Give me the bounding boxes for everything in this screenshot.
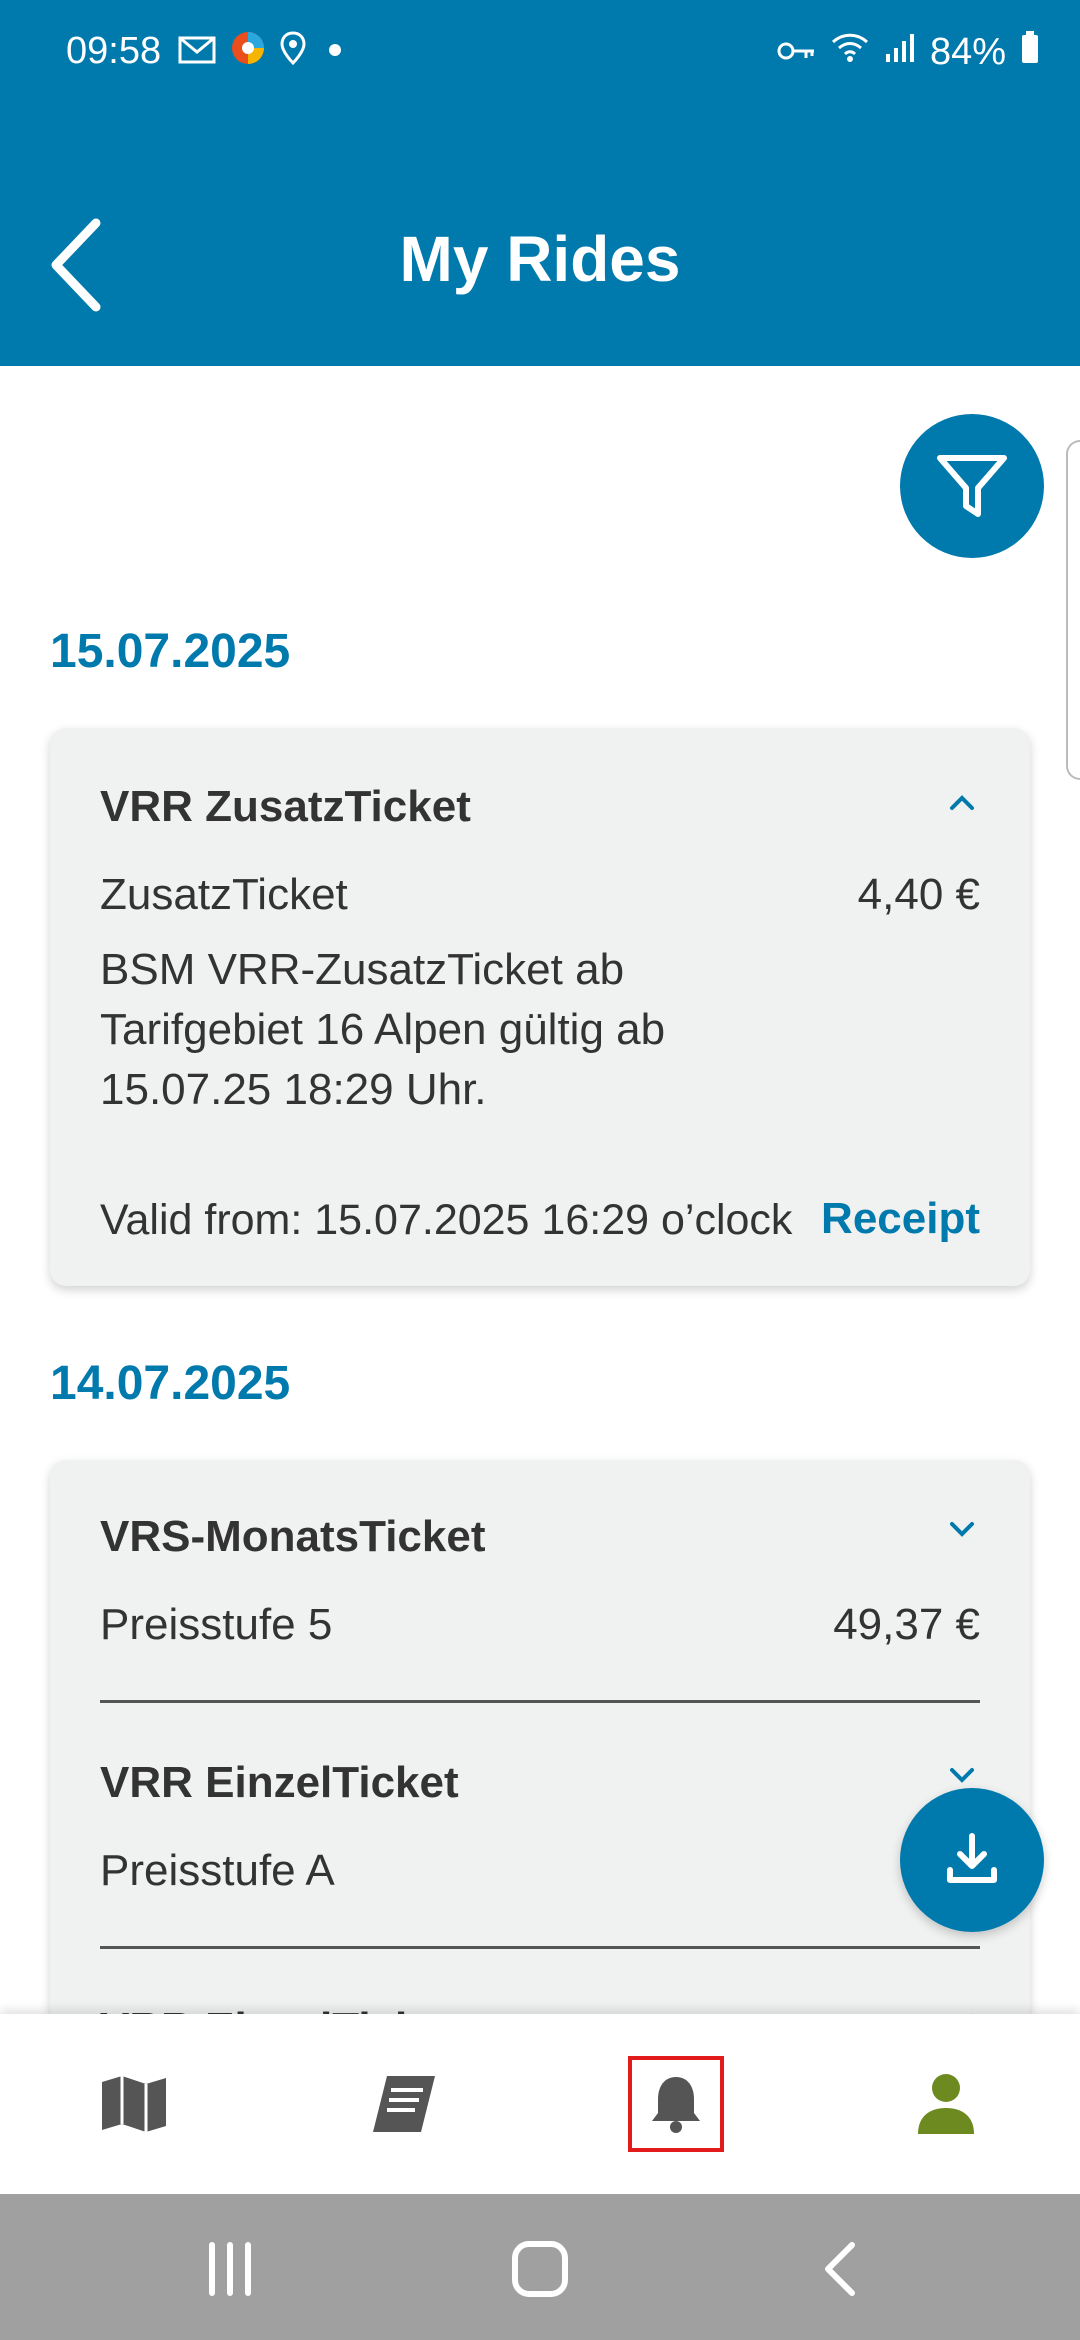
scroll-indicator[interactable]: [1066, 440, 1080, 780]
recents-icon: [209, 2242, 251, 2296]
tab-map[interactable]: [84, 2054, 184, 2154]
ride-card[interactable]: VRS-MonatsTicket Preisstufe 5 49,37 € VR…: [50, 1460, 1030, 2060]
battery-icon: [1020, 30, 1040, 74]
filter-button[interactable]: [900, 414, 1044, 558]
divider: [100, 1946, 980, 1949]
signal-icon: [884, 31, 916, 74]
page-title: My Rides: [399, 223, 681, 295]
ticket-line: Preisstufe 5: [100, 1600, 333, 1649]
home-icon: [512, 2241, 568, 2297]
battery-level: 84%: [929, 30, 1006, 73]
tickets-icon: [373, 2076, 435, 2132]
tab-notifications[interactable]: [626, 2054, 726, 2154]
ticket-line: Preisstufe A: [100, 1846, 335, 1895]
download-button[interactable]: [900, 1788, 1044, 1932]
divider: [100, 1700, 980, 1703]
chevron-up-icon[interactable]: [944, 784, 980, 820]
ticket-line: ZusatzTicket: [100, 870, 348, 919]
filter-icon: [937, 455, 1007, 517]
person-icon: [918, 2074, 974, 2134]
key-icon: [776, 31, 816, 74]
bell-icon: [652, 2077, 700, 2133]
receipt-link[interactable]: Receipt: [821, 1194, 980, 1244]
map-icon: [102, 2076, 166, 2132]
ride-card[interactable]: VRR ZusatzTicket ZusatzTicket 4,40 € BSM…: [50, 728, 1030, 1286]
nav-back-button[interactable]: [810, 2234, 870, 2304]
download-icon: [947, 1833, 997, 1883]
ticket-price: 4,40 €: [857, 870, 980, 919]
location-icon: [280, 31, 306, 75]
status-notifications: [178, 30, 350, 76]
tab-tickets[interactable]: [354, 2054, 454, 2154]
recent-apps-button[interactable]: [200, 2234, 260, 2304]
status-bar: 09:58 84%: [0, 0, 1080, 100]
status-system-icons: 84%: [776, 30, 1040, 74]
chevron-down-icon[interactable]: [944, 1512, 980, 1548]
status-time: 09:58: [66, 30, 162, 72]
ticket-price: 49,37 €: [833, 1600, 980, 1649]
ticket-valid-from: Valid from: 15.07.2025 16:29 o’clock: [100, 1196, 793, 1244]
bottom-tab-bar: [0, 2014, 1080, 2194]
mail-icon: [178, 32, 216, 75]
date-header: 15.07.2025: [50, 625, 291, 678]
app-header: 09:58 84% My Rides: [0, 0, 1080, 366]
system-nav-bar: [0, 2194, 1080, 2340]
wifi-icon: [830, 30, 870, 74]
ticket-title: VRR EinzelTicket: [100, 1758, 459, 1807]
ticket-description: BSM VRR-ZusatzTicket ab Tarifgebiet 16 A…: [100, 945, 666, 1114]
ticket-title: VRR ZusatzTicket: [100, 782, 471, 831]
back-icon: [825, 2242, 855, 2296]
dot-icon: [320, 32, 350, 75]
home-button[interactable]: [500, 2234, 580, 2304]
tab-profile[interactable]: [896, 2054, 996, 2154]
date-header: 14.07.2025: [50, 1357, 291, 1410]
app-logo-icon: [230, 30, 266, 76]
ticket-title: VRS-MonatsTicket: [100, 1512, 486, 1561]
